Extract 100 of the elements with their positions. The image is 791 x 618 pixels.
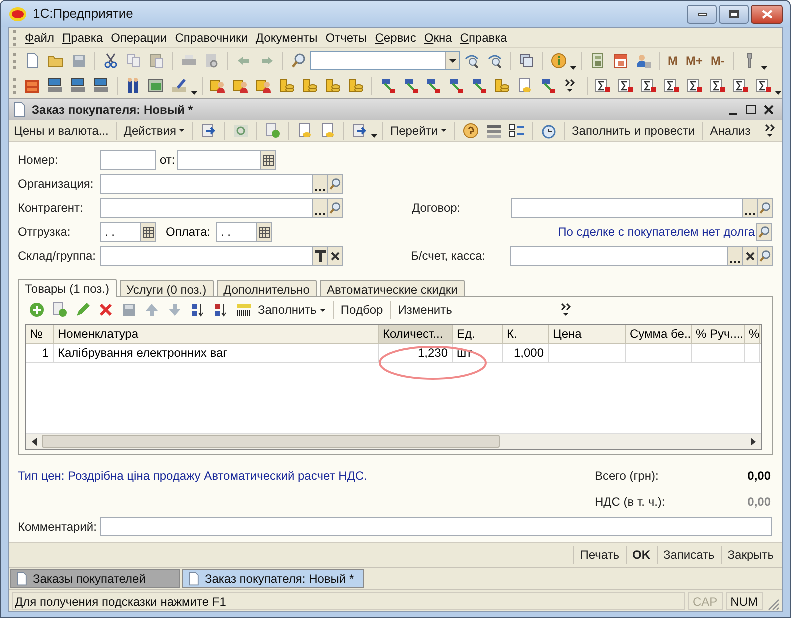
menu-item[interactable]: Отчеты xyxy=(322,28,372,46)
document-arrow-icon[interactable] xyxy=(540,78,556,94)
menu-item[interactable]: Операции xyxy=(107,28,172,46)
window-tab[interactable]: Заказ покупателя: Новый * xyxy=(182,569,364,588)
memory-button[interactable]: M+ xyxy=(682,50,708,72)
go-to-icon[interactable] xyxy=(200,122,217,138)
select-button[interactable] xyxy=(728,246,743,266)
print-preview-icon[interactable] xyxy=(204,52,220,68)
document-arrow-icon[interactable] xyxy=(402,78,419,94)
sigma-report-icon[interactable] xyxy=(640,78,657,94)
barcode-icon[interactable] xyxy=(236,302,252,318)
maximize-button[interactable] xyxy=(719,4,749,24)
counterparty-field[interactable] xyxy=(100,198,313,218)
command-button[interactable]: Заполнить и провести xyxy=(569,120,698,140)
comment-field[interactable] xyxy=(100,517,772,536)
sigma-report-icon[interactable] xyxy=(732,78,749,94)
clock-icon[interactable] xyxy=(540,122,557,138)
toolbar-button[interactable]: Подбор xyxy=(338,300,386,320)
menu-item[interactable]: Файл xyxy=(21,28,59,46)
delete-icon[interactable] xyxy=(98,302,114,318)
caret-icon[interactable] xyxy=(190,91,198,95)
search-icon[interactable] xyxy=(290,52,306,68)
document-icon[interactable] xyxy=(24,52,40,68)
caret-icon[interactable] xyxy=(761,66,768,70)
list-icon[interactable] xyxy=(486,122,502,138)
sigma-report-icon[interactable] xyxy=(710,78,726,94)
menu-item[interactable]: Документы xyxy=(252,28,322,46)
date-field[interactable] xyxy=(177,150,261,170)
copy-add-icon[interactable] xyxy=(264,122,281,138)
window-tab[interactable]: Заказы покупателей xyxy=(10,569,180,588)
calendar-button[interactable] xyxy=(141,222,156,242)
tab[interactable]: Услуги (0 поз.) xyxy=(120,280,214,296)
caret-icon[interactable] xyxy=(775,91,782,95)
tab[interactable]: Автоматические скидки xyxy=(320,280,465,296)
cabinet-icon[interactable] xyxy=(24,78,40,94)
coin-stack-icon[interactable] xyxy=(348,78,364,94)
terminal-icon[interactable] xyxy=(93,78,110,94)
account-field[interactable] xyxy=(510,246,728,266)
close-button[interactable] xyxy=(751,4,783,24)
sigma-report-icon[interactable] xyxy=(664,78,680,94)
document-arrow-icon[interactable] xyxy=(380,78,396,94)
document-import-icon[interactable] xyxy=(517,78,534,94)
coin-stack-icon[interactable] xyxy=(324,78,341,94)
organization-field[interactable] xyxy=(100,174,313,194)
column-header[interactable]: Количест... xyxy=(379,325,453,343)
toolbar-button[interactable]: Заполнить xyxy=(255,300,329,320)
select-button[interactable] xyxy=(743,198,758,218)
terminal-icon[interactable] xyxy=(70,78,86,94)
search-combo[interactable] xyxy=(310,51,460,70)
toolbar-button[interactable]: Изменить xyxy=(395,300,456,320)
scissors-icon[interactable] xyxy=(102,52,118,68)
warehouse-field[interactable] xyxy=(100,246,313,266)
caret-icon[interactable] xyxy=(570,66,577,70)
document-arrow-icon[interactable] xyxy=(425,78,442,94)
refresh-icon[interactable] xyxy=(232,122,249,138)
calculator-icon[interactable] xyxy=(590,52,606,68)
find-next-icon[interactable] xyxy=(486,52,502,68)
command-button[interactable]: Перейти xyxy=(387,120,450,140)
windows-icon[interactable] xyxy=(518,52,534,68)
command-button[interactable]: Анализ xyxy=(707,120,754,140)
command-button[interactable]: Действия xyxy=(120,120,188,140)
person-coins-icon[interactable] xyxy=(256,78,272,94)
select-button[interactable] xyxy=(313,198,328,218)
column-header[interactable]: % Руч.... xyxy=(692,325,745,343)
menu-item[interactable]: Справка xyxy=(456,28,512,46)
clipboard-icon[interactable] xyxy=(148,52,164,68)
money-icon[interactable] xyxy=(148,78,164,94)
column-header[interactable]: Сумма бе... xyxy=(626,325,692,343)
tab[interactable]: Дополнительно xyxy=(216,280,317,296)
contract-field[interactable] xyxy=(511,198,743,218)
sigma-report-icon[interactable] xyxy=(756,78,772,94)
menu-item[interactable]: Правка xyxy=(58,28,108,46)
add-icon[interactable] xyxy=(28,302,44,318)
shipment-date-field[interactable]: . . xyxy=(100,222,141,242)
document-import-icon[interactable] xyxy=(296,122,313,138)
sigma-report-icon[interactable] xyxy=(595,78,612,94)
minimize-button[interactable] xyxy=(687,4,717,24)
payment-date-field[interactable]: . . xyxy=(216,222,257,242)
document-arrow-icon[interactable] xyxy=(471,78,488,94)
dialog-button[interactable]: Печать xyxy=(574,545,626,565)
sigma-report-icon[interactable] xyxy=(618,78,634,94)
column-header[interactable]: Ед. xyxy=(453,325,503,343)
sigma-report-icon[interactable] xyxy=(686,78,703,94)
menu-item[interactable]: Окна xyxy=(420,28,456,46)
select-button[interactable] xyxy=(313,174,328,194)
clear-button[interactable] xyxy=(743,246,758,266)
price-info-link[interactable]: Тип цен: Роздрібна ціна продажу Автоматический расчет НДС. xyxy=(18,467,595,511)
clear-button[interactable] xyxy=(328,246,343,266)
go-to-icon[interactable] xyxy=(352,122,368,138)
pen-icon[interactable] xyxy=(171,78,188,94)
menu-item[interactable]: Справочники xyxy=(171,28,252,46)
calendar-icon[interactable] xyxy=(612,52,628,68)
dialog-button[interactable]: Записать xyxy=(658,545,721,565)
open-button[interactable] xyxy=(756,223,772,241)
tab[interactable]: Товары (1 поз.) xyxy=(18,279,116,297)
sort-descending-icon[interactable] xyxy=(212,302,228,318)
coin-stack-icon[interactable] xyxy=(302,78,318,94)
user-lock-icon[interactable] xyxy=(636,52,652,68)
document-arrow-icon[interactable] xyxy=(448,78,464,94)
person-coins-icon[interactable] xyxy=(210,78,226,94)
